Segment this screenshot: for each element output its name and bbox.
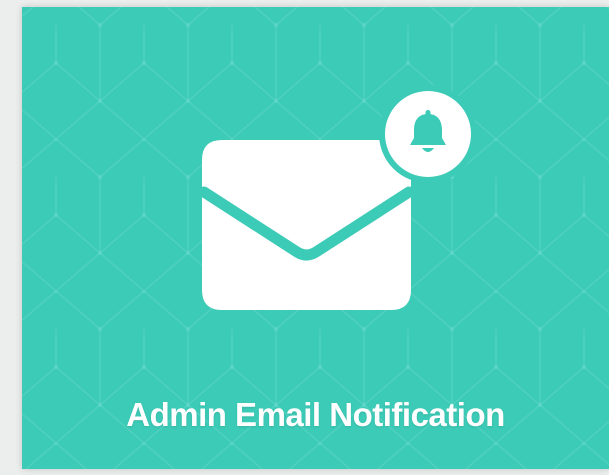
page-background: Admin Email Notification [0,0,609,475]
plugin-banner-card: Admin Email Notification [22,7,609,469]
bell-badge [379,85,477,183]
banner-title: Admin Email Notification [126,396,505,433]
